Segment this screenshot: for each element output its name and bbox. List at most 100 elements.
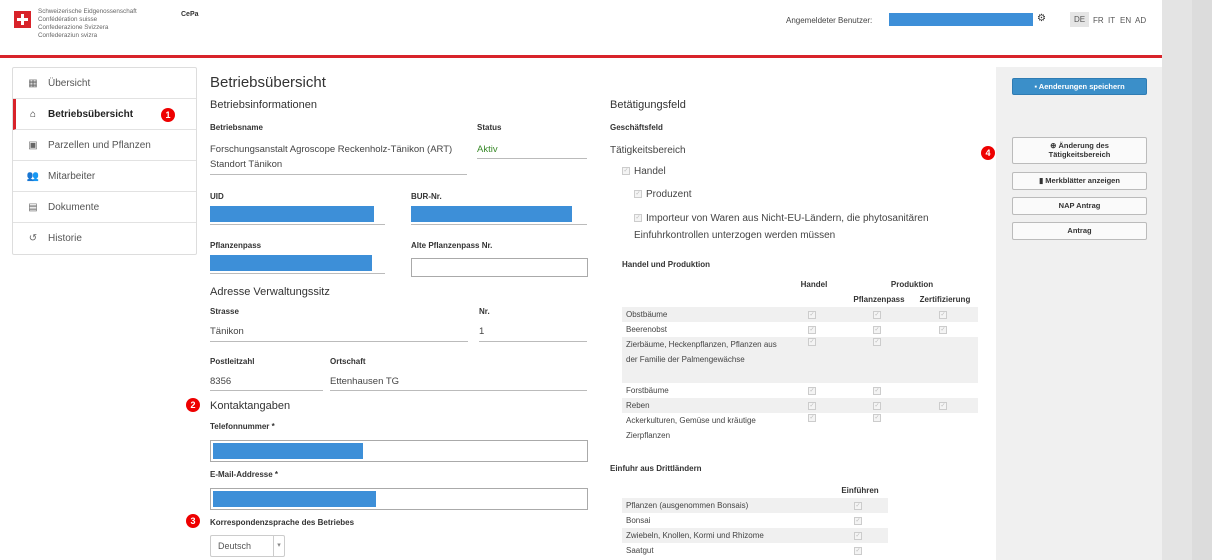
col-einfuehren: Einführen [841,486,879,495]
request-button[interactable]: Antrag [1012,222,1147,240]
lang-ad[interactable]: AD [1135,16,1146,25]
checkbox[interactable]: ✓ [808,413,816,422]
table-row: Bonsai ✓ [622,513,888,528]
leaflets-label: Merkblätter anzeigen [1045,176,1120,185]
username-redacted [889,13,1033,26]
calendar-icon: ▦ [28,77,38,89]
section-betaetigungsfeld: Betätigungsfeld [610,99,686,111]
handel-checkbox-row[interactable]: ✓ Handel [622,163,666,181]
postleitzahl-label: Postleitzahl [210,357,255,366]
lang-it[interactable]: IT [1108,16,1115,25]
sidebar-item-parzellen[interactable]: ▣ Parzellen und Pflanzen [13,130,196,161]
betriebsname-underline [210,174,467,175]
section-kontaktangaben: Kontaktangaben [210,400,291,412]
change-area-label: Änderung des Tätigkeitsbereich [1048,141,1111,159]
row-label: Obstbäume [622,307,782,322]
confederation-name: Schweizerische Eidgenossenschaft Confédé… [38,8,137,40]
telefon-value-redacted [213,443,363,459]
table-row: Zierbäume, Heckenpflanzen, Pflanzen aus … [622,337,978,383]
documents-icon: ▤ [28,201,38,213]
checkbox[interactable]: ✓ [808,337,816,346]
checkbox[interactable]: ✓ [939,310,947,319]
change-activity-area-button[interactable]: ⊕ Änderung des Tätigkeitsbereich [1012,137,1147,164]
lang-en[interactable]: EN [1120,16,1131,25]
ortschaft-underline [330,390,587,391]
uid-underline [210,224,385,225]
section-adresse: Adresse Verwaltungssitz [210,286,330,298]
bur-value-redacted [411,206,572,222]
korrespondenzsprache-select[interactable]: Deutsch ▾ [210,535,285,557]
row-label: Zwiebeln, Knollen, Kormi und Rhizome [622,528,832,543]
checkbox[interactable]: ✓ [808,401,816,410]
sidebar-item-uebersicht[interactable]: ▦ Übersicht [13,68,196,99]
table-row: Saatgut ✓ [622,543,888,558]
bur-label: BUR-Nr. [411,192,442,201]
ortschaft-value: Ettenhausen TG [330,376,400,387]
checkbox[interactable]: ✓ [939,325,947,334]
sidebar-item-dokumente[interactable]: ▤ Dokumente [13,192,196,223]
nr-value: 1 [479,326,485,337]
korrespondenzsprache-label: Korrespondenzsprache des Betriebes [210,518,355,527]
produzent-checkbox[interactable]: ✓ [634,190,642,199]
row-label: Ackerkulturen, Gemüse und kräutige Zierp… [626,416,756,440]
einfuhr-heading: Einfuhr aus Drittländern [610,464,702,473]
sidebar-item-label: Übersicht [48,77,91,89]
pflanzenpass-underline [210,273,385,274]
checkbox[interactable]: ✓ [854,516,862,525]
handel-checkbox[interactable]: ✓ [622,167,630,176]
checkbox[interactable]: ✓ [873,337,881,346]
checkbox[interactable]: ✓ [939,401,947,410]
row-label: Saatgut [626,546,654,555]
telefon-label: Telefonnummer * [210,422,275,431]
annotation-badge-4: 4 [981,146,995,160]
handel-produktion-heading: Handel und Produktion [622,260,710,269]
checkbox[interactable]: ✓ [808,310,816,319]
importeur-checkbox-row[interactable]: ✓ Importeur von Waren aus Nicht-EU-Länder… [634,210,979,244]
save-label: Aenderungen speichern [1038,82,1125,91]
produzent-checkbox-row[interactable]: ✓ Produzent [634,186,692,204]
confed-fr: Confédération suisse [38,16,98,23]
table-row: Pflanzen (ausgenommen Bonsais) ✓ [622,498,888,513]
checkbox[interactable]: ✓ [808,386,816,395]
sidebar: ▦ Übersicht ⌂ Betriebsübersicht 1 ▣ Parz… [12,67,197,255]
lang-de[interactable]: DE [1070,12,1090,27]
sidebar-item-label: Betriebsübersicht [48,108,134,120]
table-row: Ackerkulturen, Gemüse und kräutige Zierp… [622,413,978,443]
geschaeftsfeld-label: Geschäftsfeld [610,123,663,132]
checkbox[interactable]: ✓ [873,310,881,319]
pflanzenpass-value-redacted [210,255,372,271]
alte-pflanzenpass-input[interactable] [411,258,588,277]
telefon-input[interactable] [210,440,588,462]
row-label: Bonsai [626,516,651,525]
betriebsname-label: Betriebsname [210,123,263,132]
sidebar-item-betriebsuebersicht[interactable]: ⌂ Betriebsübersicht 1 [13,99,196,130]
checkbox[interactable]: ✓ [808,325,816,334]
scrollbar[interactable] [1192,0,1212,560]
users-icon: 👥 [26,170,40,182]
col-handel: Handel [800,280,828,289]
checkbox[interactable]: ✓ [854,531,862,540]
checkbox[interactable]: ✓ [873,401,881,410]
gear-icon[interactable]: ⚙ [1037,13,1046,24]
alte-pflanzenpass-label: Alte Pflanzenpass Nr. [411,241,493,250]
col-zertifizierung: Zertifizierung [919,295,971,304]
checkbox[interactable]: ✓ [873,386,881,395]
sidebar-item-historie[interactable]: ↺ Historie [13,223,196,254]
bur-underline [411,224,587,225]
checkbox[interactable]: ✓ [854,546,862,555]
show-leaflets-button[interactable]: ▮ Merkblätter anzeigen [1012,172,1147,190]
lang-fr[interactable]: FR [1093,16,1104,25]
checkbox[interactable]: ✓ [873,325,881,334]
checkbox[interactable]: ✓ [854,501,862,510]
col-produktion: Produktion [890,280,934,289]
importeur-checkbox[interactable]: ✓ [634,214,642,223]
taetigkeitsbereich-label: Tätigkeitsbereich [610,145,686,156]
nap-request-button[interactable]: NAP Antrag [1012,197,1147,215]
sidebar-item-mitarbeiter[interactable]: 👥 Mitarbeiter [13,161,196,192]
table-row: Reben ✓ ✓ ✓ [622,398,978,413]
email-input[interactable] [210,488,588,510]
handel-label: Handel [634,166,666,177]
nr-label: Nr. [479,307,490,316]
checkbox[interactable]: ✓ [873,413,881,422]
save-changes-button[interactable]: ▪ Aenderungen speichern [1012,78,1147,95]
